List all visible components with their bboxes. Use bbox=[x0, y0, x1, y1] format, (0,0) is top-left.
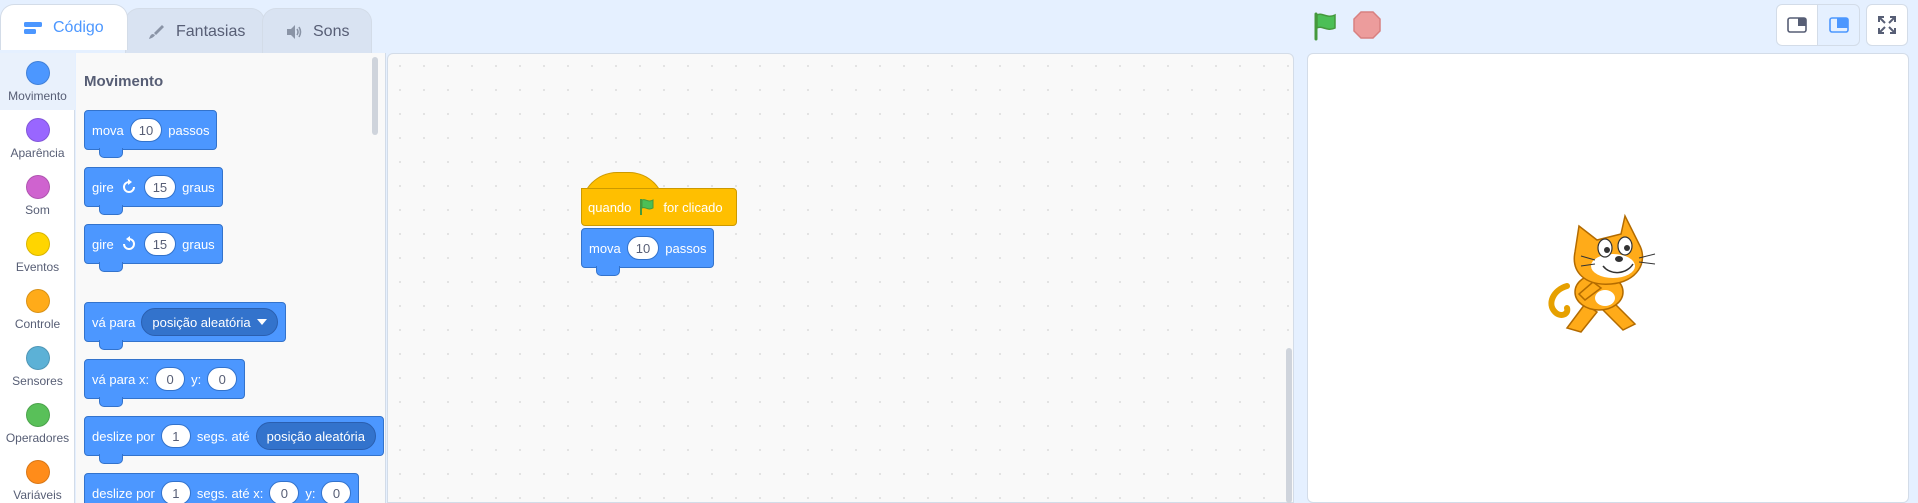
category-dot bbox=[25, 460, 50, 484]
block-text: deslize por bbox=[92, 485, 155, 501]
when-flag-clicked-block[interactable]: quando for clicado bbox=[581, 172, 737, 226]
tab-code[interactable]: Código bbox=[0, 4, 128, 50]
category-dot bbox=[25, 346, 50, 370]
turn-left-block[interactable]: gire 15 graus bbox=[84, 224, 223, 272]
seconds-input[interactable]: 1 bbox=[160, 481, 191, 503]
dropdown-value: posição aleatória bbox=[152, 314, 251, 330]
block-text: passos bbox=[168, 122, 210, 138]
block-text: mova bbox=[92, 122, 124, 138]
block-text: graus bbox=[182, 236, 215, 252]
glide-to-block[interactable]: deslize por 1 segs. até posição aleatóri… bbox=[84, 416, 384, 464]
palette-section-title: Movimento bbox=[84, 73, 164, 90]
block-text: graus bbox=[182, 179, 215, 195]
code-icon bbox=[24, 21, 42, 34]
block-palette: Movimento mova 10 passos gire 15 graus g… bbox=[76, 53, 386, 503]
goto-xy-block[interactable]: vá para x: 0 y: 0 bbox=[84, 359, 246, 407]
rotate-clockwise-icon bbox=[122, 179, 135, 193]
category-dot bbox=[25, 403, 50, 427]
palette-scrollbar[interactable] bbox=[372, 57, 378, 135]
tab-costumes[interactable]: Fantasias bbox=[125, 8, 265, 54]
category-label: Sensores bbox=[12, 374, 63, 388]
category-dot bbox=[25, 289, 50, 313]
workspace-scrollbar[interactable] bbox=[1286, 348, 1292, 503]
category-menu: Movimento Aparência Som Eventos Controle… bbox=[0, 53, 75, 503]
tab-costumes-label: Fantasias bbox=[176, 22, 246, 40]
hat-body: quando for clicado bbox=[581, 188, 737, 226]
category-sound[interactable]: Som bbox=[0, 167, 75, 224]
glide-target-dropdown[interactable]: posição aleatória bbox=[255, 422, 376, 450]
category-label: Aparência bbox=[10, 146, 65, 160]
block-text: segs. até x: bbox=[196, 485, 264, 501]
block-text: gire bbox=[92, 236, 114, 252]
degrees-input[interactable]: 15 bbox=[143, 232, 177, 256]
category-label: Eventos bbox=[15, 260, 60, 274]
caret-down-icon bbox=[256, 319, 267, 325]
y-input[interactable]: 0 bbox=[207, 367, 238, 391]
category-dot bbox=[25, 232, 50, 256]
category-control[interactable]: Controle bbox=[0, 281, 75, 338]
block-text: y: bbox=[305, 485, 316, 501]
script-move-block[interactable]: mova 10 passos bbox=[581, 228, 715, 276]
editor-tabs: Fantasias Sons Código bbox=[0, 0, 380, 54]
category-dot bbox=[25, 61, 50, 85]
seconds-input[interactable]: 1 bbox=[160, 424, 191, 448]
category-label: Operadores bbox=[5, 431, 70, 445]
category-sensing[interactable]: Sensores bbox=[0, 338, 75, 395]
tab-sounds[interactable]: Sons bbox=[262, 8, 372, 54]
steps-input[interactable]: 10 bbox=[626, 236, 660, 260]
stage-size-toggle bbox=[1776, 4, 1860, 46]
tab-sounds-label: Sons bbox=[313, 22, 350, 40]
small-stage-button[interactable] bbox=[1776, 4, 1818, 46]
goto-target-dropdown[interactable]: posição aleatória bbox=[141, 308, 278, 336]
x-input[interactable]: 0 bbox=[269, 481, 300, 503]
small-stage-icon bbox=[1787, 17, 1807, 33]
category-dot bbox=[25, 175, 50, 199]
block-text: quando bbox=[588, 199, 632, 215]
block-text: y: bbox=[191, 371, 202, 387]
category-motion[interactable]: Movimento bbox=[0, 53, 75, 110]
fullscreen-icon bbox=[1878, 16, 1896, 34]
category-operators[interactable]: Operadores bbox=[0, 395, 75, 452]
y-input[interactable]: 0 bbox=[321, 481, 352, 503]
category-events[interactable]: Eventos bbox=[0, 224, 75, 281]
category-label: Variáveis bbox=[13, 488, 62, 502]
steps-input[interactable]: 10 bbox=[129, 118, 163, 142]
stop-icon bbox=[1353, 11, 1381, 39]
block-text: vá para x: bbox=[92, 371, 150, 387]
green-flag-button[interactable] bbox=[1310, 10, 1342, 42]
brush-icon bbox=[149, 24, 164, 39]
goto-block[interactable]: vá para posição aleatória bbox=[84, 302, 286, 350]
category-looks[interactable]: Aparência bbox=[0, 110, 75, 167]
category-label: Som bbox=[25, 203, 50, 217]
speaker-icon bbox=[287, 24, 302, 39]
block-text: deslize por bbox=[92, 428, 155, 444]
cat-sprite-icon[interactable] bbox=[1545, 212, 1669, 342]
degrees-input[interactable]: 15 bbox=[143, 175, 177, 199]
block-text: for clicado bbox=[663, 199, 723, 215]
glide-xy-block[interactable]: deslize por 1 segs. até x: 0 y: 0 bbox=[84, 473, 360, 503]
block-text: passos bbox=[665, 240, 707, 256]
turn-right-block[interactable]: gire 15 graus bbox=[84, 167, 223, 215]
category-label: Controle bbox=[14, 317, 61, 331]
block-text: gire bbox=[92, 179, 114, 195]
tab-code-label: Código bbox=[53, 18, 104, 36]
category-dot bbox=[25, 118, 50, 142]
fullscreen-button[interactable] bbox=[1866, 4, 1908, 46]
green-flag-icon bbox=[640, 199, 654, 215]
green-flag-icon bbox=[1314, 12, 1336, 41]
dropdown-value: posição aleatória bbox=[266, 428, 365, 444]
rotate-counterclockwise-icon bbox=[122, 236, 135, 250]
x-input[interactable]: 0 bbox=[155, 367, 186, 391]
large-stage-button[interactable] bbox=[1818, 4, 1860, 46]
category-label: Movimento bbox=[8, 89, 67, 103]
block-text: vá para bbox=[92, 314, 136, 330]
move-steps-block[interactable]: mova 10 passos bbox=[84, 110, 218, 158]
block-text: mova bbox=[589, 240, 621, 256]
script-workspace[interactable] bbox=[387, 53, 1294, 503]
large-stage-icon bbox=[1828, 17, 1849, 33]
stop-button[interactable] bbox=[1352, 10, 1382, 40]
category-variables[interactable]: Variáveis bbox=[0, 452, 75, 503]
block-text: segs. até bbox=[196, 428, 250, 444]
